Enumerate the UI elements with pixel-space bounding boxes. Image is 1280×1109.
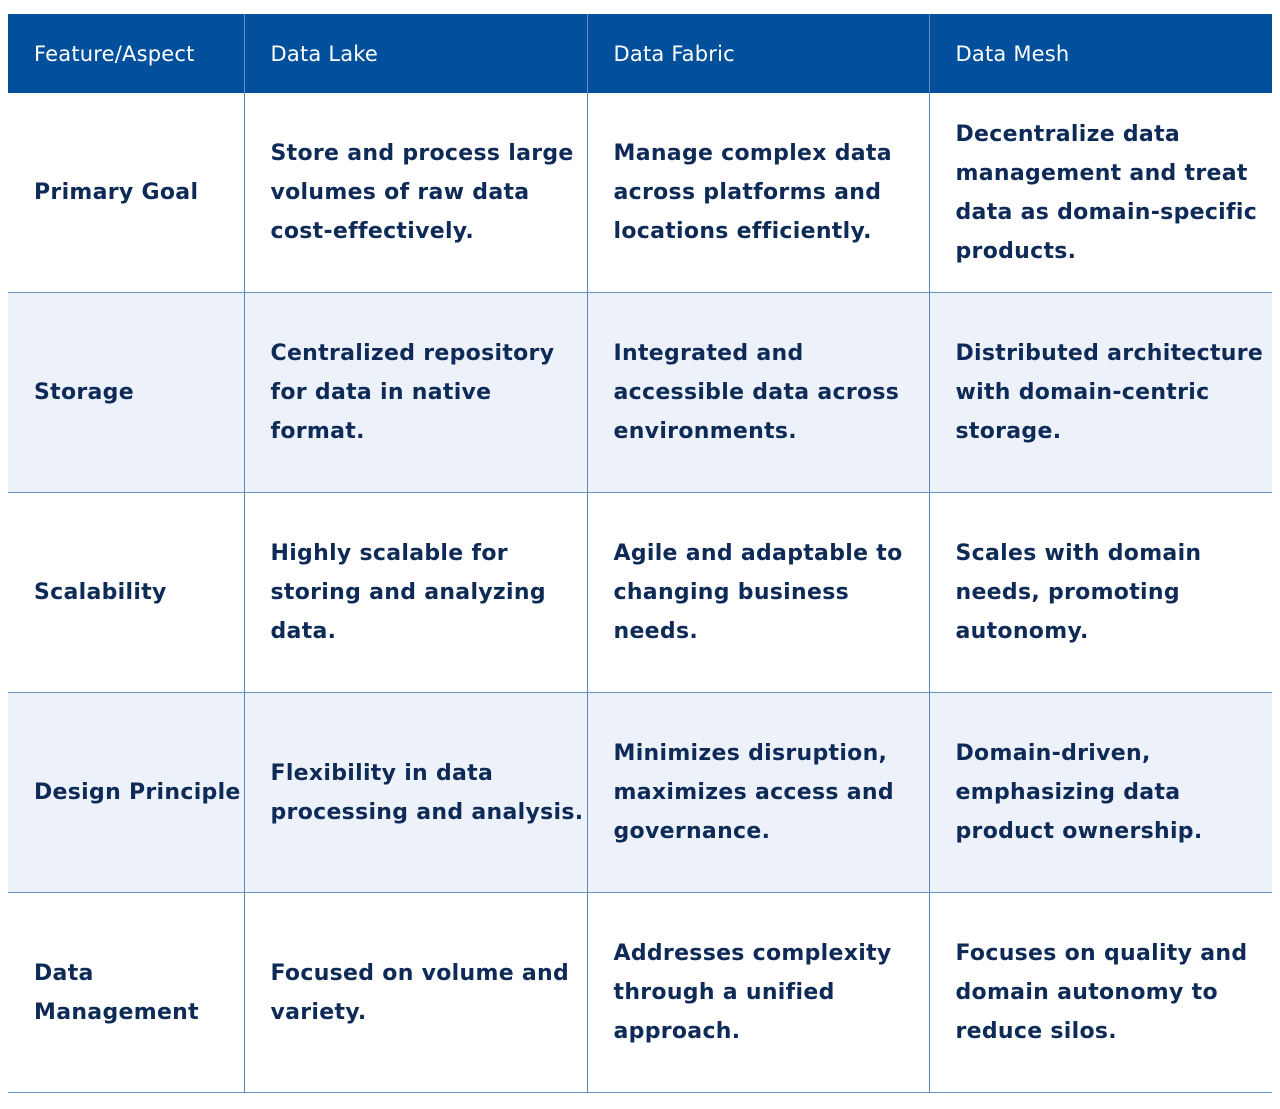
cell-data-fabric: Addresses complexity through a unified a… <box>586 892 929 1093</box>
row-label-design-principle: Design Principle <box>8 692 244 893</box>
cell-data-lake: Store and process large volumes of raw d… <box>243 93 587 293</box>
cell-data-lake: Highly scalable for storing and analyzin… <box>243 492 587 693</box>
row-label-primary-goal: Primary Goal <box>8 93 244 293</box>
header-data-fabric: Data Fabric <box>586 14 929 93</box>
cell-data-mesh: Focuses on quality and domain autonomy t… <box>928 892 1272 1093</box>
row-label-data-management: Data Management <box>8 892 244 1093</box>
cell-data-fabric: Manage complex data across platforms and… <box>586 93 929 293</box>
table-row: Design Principle Flexibility in data pro… <box>8 692 1272 893</box>
cell-data-lake: Centralized repository for data in nativ… <box>243 292 587 493</box>
cell-data-mesh: Distributed architecture with domain-cen… <box>928 292 1272 493</box>
table-body: Primary Goal Store and process large vol… <box>8 93 1272 1093</box>
cell-data-mesh: Decentralize data management and treat d… <box>928 93 1272 293</box>
cell-data-fabric: Integrated and accessible data across en… <box>586 292 929 493</box>
cell-data-lake: Focused on volume and variety. <box>243 892 587 1093</box>
row-label-scalability: Scalability <box>8 492 244 693</box>
cell-data-lake: Flexibility in data processing and analy… <box>243 692 587 893</box>
row-label-storage: Storage <box>8 292 244 493</box>
table-row: Storage Centralized repository for data … <box>8 292 1272 493</box>
cell-data-mesh: Domain-driven, emphasizing data product … <box>928 692 1272 893</box>
table-header: Feature/Aspect Data Lake Data Fabric Dat… <box>8 14 1272 93</box>
cell-data-fabric: Agile and adaptable to changing business… <box>586 492 929 693</box>
table-row: Scalability Highly scalable for storing … <box>8 492 1272 693</box>
comparison-table: Feature/Aspect Data Lake Data Fabric Dat… <box>8 14 1272 1093</box>
table-row: Data Management Focused on volume and va… <box>8 892 1272 1093</box>
header-data-lake: Data Lake <box>243 14 587 93</box>
table-row: Primary Goal Store and process large vol… <box>8 93 1272 293</box>
cell-data-mesh: Scales with domain needs, promoting auto… <box>928 492 1272 693</box>
header-row: Feature/Aspect Data Lake Data Fabric Dat… <box>8 14 1272 93</box>
cell-data-fabric: Minimizes disruption, maximizes access a… <box>586 692 929 893</box>
header-data-mesh: Data Mesh <box>928 14 1272 93</box>
header-feature-aspect: Feature/Aspect <box>8 14 244 93</box>
